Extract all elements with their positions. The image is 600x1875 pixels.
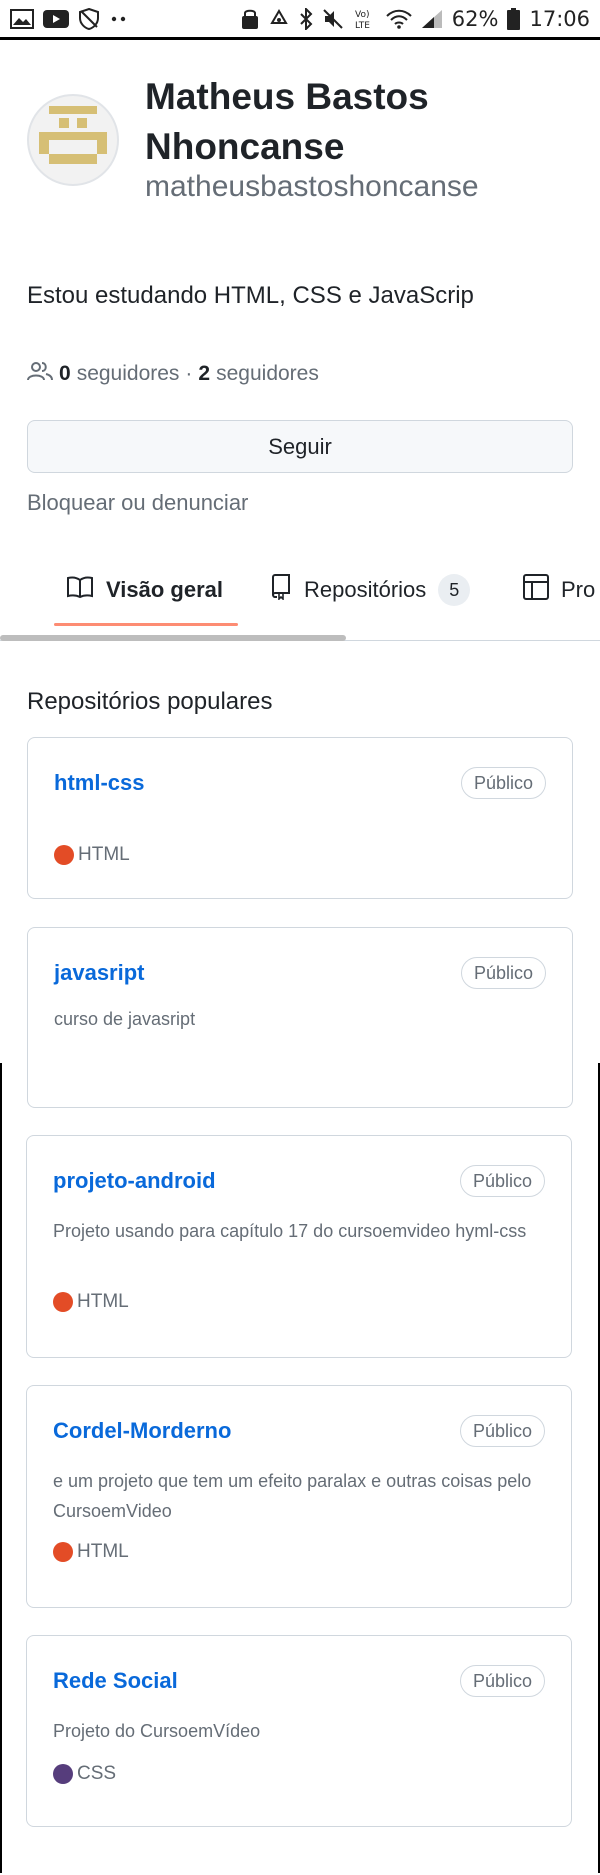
follow-button[interactable]: Seguir xyxy=(27,420,573,473)
image-icon xyxy=(10,8,34,29)
language-color-dot xyxy=(53,1764,73,1784)
followers-label: seguidores xyxy=(76,362,180,385)
mute-icon xyxy=(322,8,344,30)
repo-description: Projeto usando para capítulo 17 do curso… xyxy=(53,1221,527,1241)
repo-card: javasript Público curso de javasript xyxy=(27,927,573,1108)
clock: 17:06 xyxy=(529,6,590,31)
signal-icon xyxy=(421,9,443,29)
active-tab-indicator xyxy=(54,623,238,626)
recycle-icon xyxy=(268,8,290,29)
visibility-badge: Público xyxy=(459,1665,545,1697)
repo-language: CSS xyxy=(53,1763,116,1785)
repo-icon xyxy=(270,574,292,606)
followers-count: 0 xyxy=(59,362,71,385)
repo-language: HTML xyxy=(54,844,130,866)
avatar[interactable] xyxy=(27,94,119,186)
repo-language: HTML xyxy=(53,1541,129,1563)
repo-card: Rede Social Público Projeto do CursoemVí… xyxy=(26,1635,572,1827)
repo-card: html-css Público HTML xyxy=(27,737,573,899)
visibility-badge: Público xyxy=(459,1165,545,1197)
repositories-counter: 5 xyxy=(438,574,471,606)
repo-name-link[interactable]: html-css xyxy=(54,770,144,796)
visibility-badge: Público xyxy=(460,767,546,799)
profile-name: Matheus Bastos Nhoncanse xyxy=(145,76,429,167)
followers-row[interactable]: 0 seguidores · 2 seguidores xyxy=(27,361,319,387)
language-label: HTML xyxy=(77,1291,129,1312)
youtube-icon xyxy=(43,9,69,29)
lock-icon xyxy=(241,8,259,30)
separator: · xyxy=(185,362,193,385)
bluetooth-icon xyxy=(299,7,313,30)
following-label: seguidores xyxy=(216,362,319,385)
tab-repositories[interactable]: Repositórios 5 xyxy=(270,560,471,620)
language-label: CSS xyxy=(77,1763,117,1784)
svg-text:Vo): Vo) xyxy=(355,10,369,20)
status-bar: Vo) LTE 62% 17:06 xyxy=(0,0,600,40)
language-label: HTML xyxy=(77,1541,129,1562)
popular-repos-title: Repositórios populares xyxy=(27,688,273,715)
tab-overview[interactable]: Visão geral xyxy=(66,560,223,620)
language-color-dot xyxy=(54,845,74,865)
repo-description: Projeto do CursoemVídeo xyxy=(53,1721,261,1741)
profile-bio: Estou estudando HTML, CSS e JavaScrip xyxy=(27,282,474,309)
profile-username: matheusbastoshoncanse xyxy=(145,170,479,203)
table-icon xyxy=(523,574,549,606)
tab-overview-label: Visão geral xyxy=(106,577,223,602)
visibility-badge: Público xyxy=(459,1415,545,1447)
book-icon xyxy=(66,575,94,605)
repo-card: Cordel-Morderno Público e um projeto que… xyxy=(26,1385,572,1608)
repo-description: e um projeto que tem um efeito paralax e… xyxy=(53,1471,532,1521)
tab-projects[interactable]: Pro xyxy=(523,560,595,620)
repo-name-link[interactable]: projeto-android xyxy=(53,1168,216,1194)
repo-name-link[interactable]: Rede Social xyxy=(53,1668,178,1694)
block-report-link[interactable]: Bloquear ou denunciar xyxy=(27,490,248,516)
svg-text:LTE: LTE xyxy=(355,21,370,30)
language-color-dot xyxy=(53,1542,73,1562)
profile-tabs: Visão geral Repositórios 5 Pro xyxy=(0,560,600,642)
language-color-dot xyxy=(53,1292,73,1312)
more-dots-icon xyxy=(109,14,129,24)
shield-icon xyxy=(78,7,100,30)
people-icon xyxy=(27,361,53,387)
tab-repositories-label: Repositórios xyxy=(304,577,427,602)
repo-language: HTML xyxy=(53,1291,129,1313)
following-count: 2 xyxy=(198,362,211,385)
visibility-badge: Público xyxy=(460,957,546,989)
battery-icon xyxy=(507,7,521,30)
screen-edge-left xyxy=(0,1063,2,1873)
repo-card: projeto-android Público Projeto usando p… xyxy=(26,1135,572,1358)
repo-description: curso de javasript xyxy=(54,1009,196,1029)
volte-icon: Vo) LTE xyxy=(353,8,377,30)
repo-name-link[interactable]: javasript xyxy=(54,960,145,986)
language-label: HTML xyxy=(78,844,130,865)
repo-name-link[interactable]: Cordel-Morderno xyxy=(53,1418,231,1444)
tab-projects-label: Pro xyxy=(561,577,596,602)
battery-percent: 62% xyxy=(451,6,499,31)
tabs-scrollbar[interactable] xyxy=(0,635,346,641)
wifi-icon xyxy=(386,9,412,29)
